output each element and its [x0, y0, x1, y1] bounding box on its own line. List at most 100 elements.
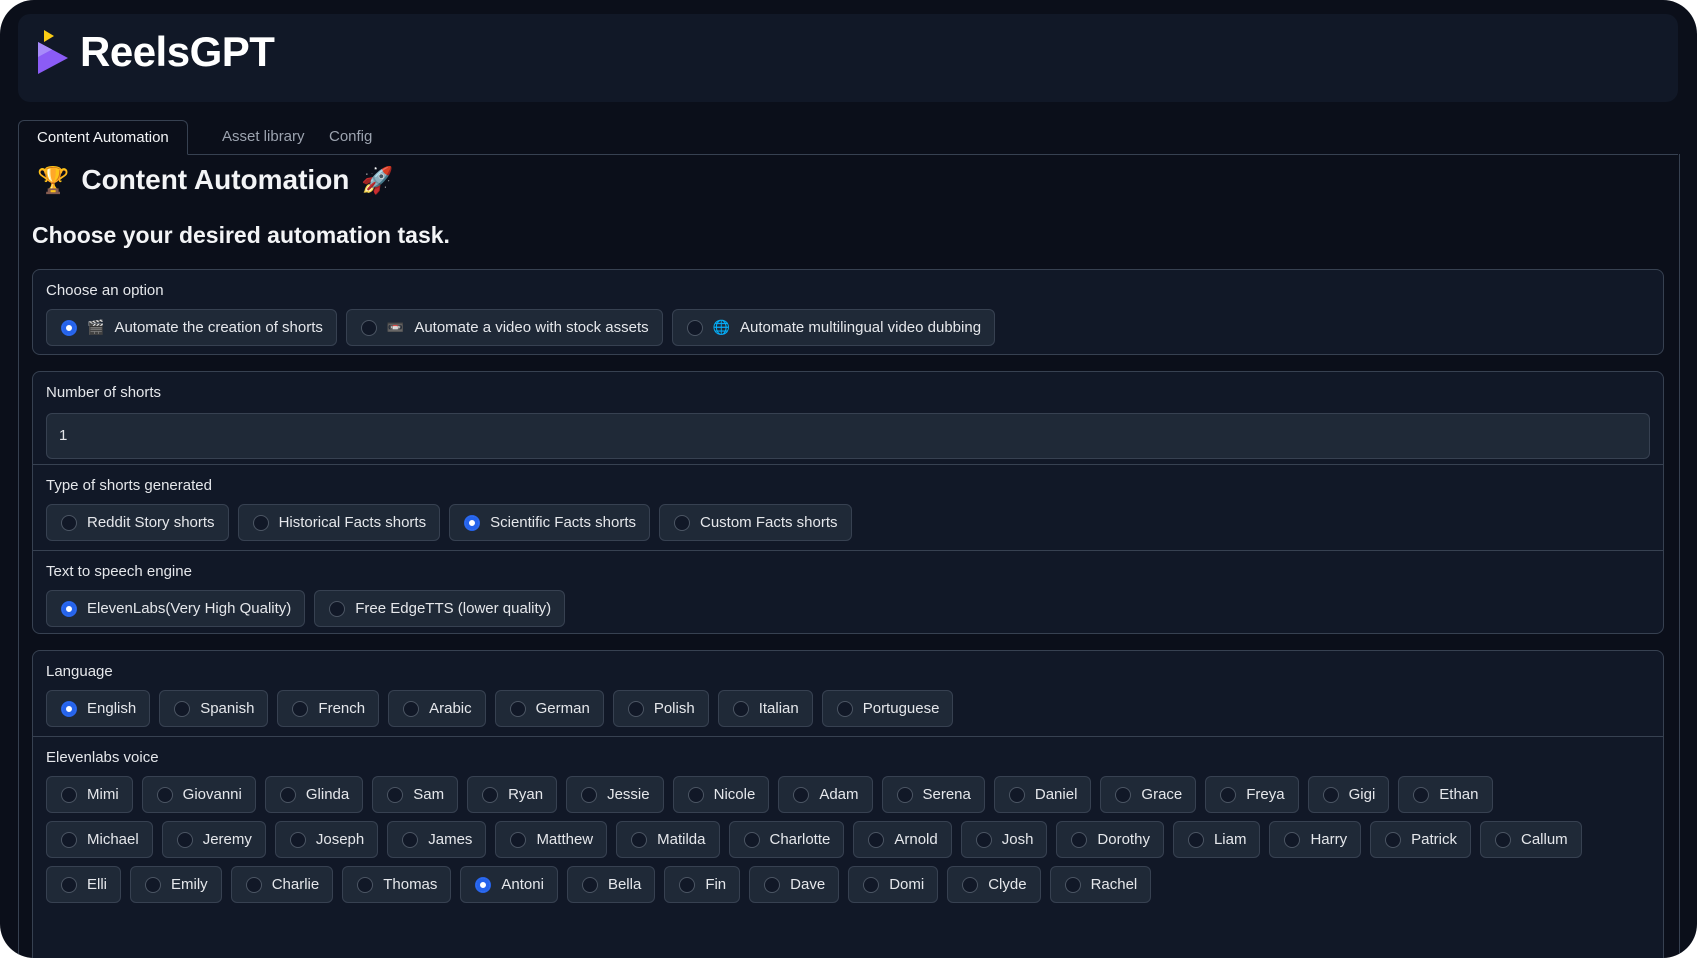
- voice-option-sam[interactable]: Sam: [372, 776, 459, 813]
- option-label: French: [318, 700, 366, 717]
- language-radio-group: English Spanish French Arabic German Polish It…: [46, 690, 954, 727]
- voice-option-gigi[interactable]: Gigi: [1307, 776, 1390, 813]
- voice-option-matthew[interactable]: Matthew: [495, 821, 608, 858]
- voice-option-matilda[interactable]: Matilda: [616, 821, 720, 858]
- voice-option-daniel[interactable]: Daniel: [993, 776, 1092, 813]
- radio-dot: [1220, 786, 1237, 803]
- radio-dot: [402, 831, 419, 848]
- voice-option-patrick[interactable]: Patrick: [1370, 821, 1471, 858]
- voice-option-jeremy[interactable]: Jeremy: [161, 821, 266, 858]
- task-radio-group: 🎬 Automate the creation of shorts 📼 Auto…: [46, 309, 996, 346]
- voice-option-mimi[interactable]: Mimi: [46, 776, 133, 813]
- voice-option-james[interactable]: James: [387, 821, 487, 858]
- language-option-english[interactable]: English: [46, 690, 151, 727]
- globe-icon: 🌐: [712, 319, 731, 335]
- radio-dot: [475, 876, 492, 893]
- voice-option-michael[interactable]: Michael: [46, 821, 153, 858]
- radio-dot: [61, 319, 77, 336]
- voice-option-emily[interactable]: Emily: [130, 866, 222, 903]
- shorts-type-scientific-facts[interactable]: Scientific Facts shorts: [449, 504, 650, 541]
- voice-option-dorothy[interactable]: Dorothy: [1056, 821, 1164, 858]
- language-option-portuguese[interactable]: Portuguese: [821, 690, 954, 727]
- option-label: Antoni: [501, 876, 544, 893]
- option-label: Domi: [889, 876, 925, 893]
- radio-dot: [156, 786, 173, 803]
- trophy-icon: 🏆: [37, 164, 70, 195]
- language-option-arabic[interactable]: Arabic: [388, 690, 486, 727]
- voice-option-bella[interactable]: Bella: [566, 866, 656, 903]
- voice-option-dave[interactable]: Dave: [749, 866, 840, 903]
- option-label: Free EdgeTTS (lower quality): [355, 600, 552, 617]
- voice-option-rachel[interactable]: Rachel: [1049, 866, 1152, 903]
- voice-label: Elevenlabs voice: [46, 749, 159, 766]
- task-option-dubbing[interactable]: 🌐 Automate multilingual video dubbing: [671, 309, 996, 346]
- task-option-shorts[interactable]: 🎬 Automate the creation of shorts: [46, 309, 337, 346]
- option-label: Patrick: [1411, 831, 1457, 848]
- shorts-count-input[interactable]: 1: [46, 413, 1650, 459]
- voice-option-thomas[interactable]: Thomas: [342, 866, 452, 903]
- radio-dot: [464, 514, 481, 531]
- voice-option-freya[interactable]: Freya: [1205, 776, 1299, 813]
- option-label: Callum: [1520, 831, 1568, 848]
- option-label: Custom Facts shorts: [700, 514, 838, 531]
- radio-dot: [1115, 786, 1132, 803]
- language-option-polish[interactable]: Polish: [612, 690, 709, 727]
- shorts-type-historical-facts[interactable]: Historical Facts shorts: [237, 504, 441, 541]
- voice-option-josh[interactable]: Josh: [960, 821, 1048, 858]
- tab-config[interactable]: Config: [311, 120, 390, 154]
- radio-dot: [686, 319, 703, 336]
- voice-option-antoni[interactable]: Antoni: [460, 866, 558, 903]
- voice-option-domi[interactable]: Domi: [848, 866, 939, 903]
- shorts-type-custom-facts[interactable]: Custom Facts shorts: [659, 504, 852, 541]
- radio-dot: [329, 600, 346, 617]
- voice-option-giovanni[interactable]: Giovanni: [141, 776, 256, 813]
- radio-dot: [61, 600, 77, 617]
- shorts-type-reddit-story[interactable]: Reddit Story shorts: [46, 504, 229, 541]
- voice-option-clyde[interactable]: Clyde: [947, 866, 1041, 903]
- option-label: Grace: [1141, 786, 1183, 803]
- voice-option-nicole[interactable]: Nicole: [672, 776, 770, 813]
- voice-option-charlie[interactable]: Charlie: [230, 866, 334, 903]
- voice-option-grace[interactable]: Grace: [1100, 776, 1197, 813]
- voice-option-arnold[interactable]: Arnold: [853, 821, 952, 858]
- tts-option-edgetts[interactable]: Free EdgeTTS (lower quality): [314, 590, 566, 627]
- option-label: Ethan: [1439, 786, 1479, 803]
- radio-dot: [1071, 831, 1088, 848]
- voice-option-fin[interactable]: Fin: [664, 866, 741, 903]
- option-label: Emily: [171, 876, 208, 893]
- shorts-count-label: Number of shorts: [46, 384, 162, 401]
- voice-option-charlotte[interactable]: Charlotte: [728, 821, 845, 858]
- radio-dot: [145, 876, 162, 893]
- shorts-type-radio-group: Reddit Story shorts Historical Facts sho…: [46, 504, 852, 541]
- radio-dot: [793, 786, 810, 803]
- voice-option-harry[interactable]: Harry: [1269, 821, 1362, 858]
- voice-option-elli[interactable]: Elli: [46, 866, 122, 903]
- tts-option-elevenlabs[interactable]: ElevenLabs(Very High Quality): [46, 590, 306, 627]
- tab-asset-library[interactable]: Asset library: [204, 120, 323, 154]
- option-label: ElevenLabs(Very High Quality): [87, 600, 292, 617]
- voice-option-serena[interactable]: Serena: [881, 776, 985, 813]
- language-option-italian[interactable]: Italian: [717, 690, 813, 727]
- radio-dot: [245, 876, 262, 893]
- voice-option-callum[interactable]: Callum: [1479, 821, 1582, 858]
- voice-option-liam[interactable]: Liam: [1172, 821, 1261, 858]
- voice-option-glinda[interactable]: Glinda: [264, 776, 364, 813]
- radio-dot: [1494, 831, 1511, 848]
- language-option-french[interactable]: French: [277, 690, 380, 727]
- voice-option-jessie[interactable]: Jessie: [566, 776, 664, 813]
- voice-option-joseph[interactable]: Joseph: [274, 821, 379, 858]
- voice-option-ryan[interactable]: Ryan: [467, 776, 558, 813]
- voice-option-ethan[interactable]: Ethan: [1398, 776, 1493, 813]
- task-option-stock-video[interactable]: 📼 Automate a video with stock assets: [345, 309, 663, 346]
- voice-option-adam[interactable]: Adam: [778, 776, 873, 813]
- radio-dot: [482, 786, 499, 803]
- radio-dot: [174, 700, 191, 717]
- radio-dot: [1322, 786, 1339, 803]
- language-option-german[interactable]: German: [494, 690, 604, 727]
- tab-content-automation[interactable]: Content Automation: [18, 120, 188, 155]
- language-option-spanish[interactable]: Spanish: [159, 690, 269, 727]
- task-label: Choose an option: [46, 282, 164, 299]
- option-label: Giovanni: [182, 786, 242, 803]
- option-label: Sam: [413, 786, 445, 803]
- radio-dot: [863, 876, 880, 893]
